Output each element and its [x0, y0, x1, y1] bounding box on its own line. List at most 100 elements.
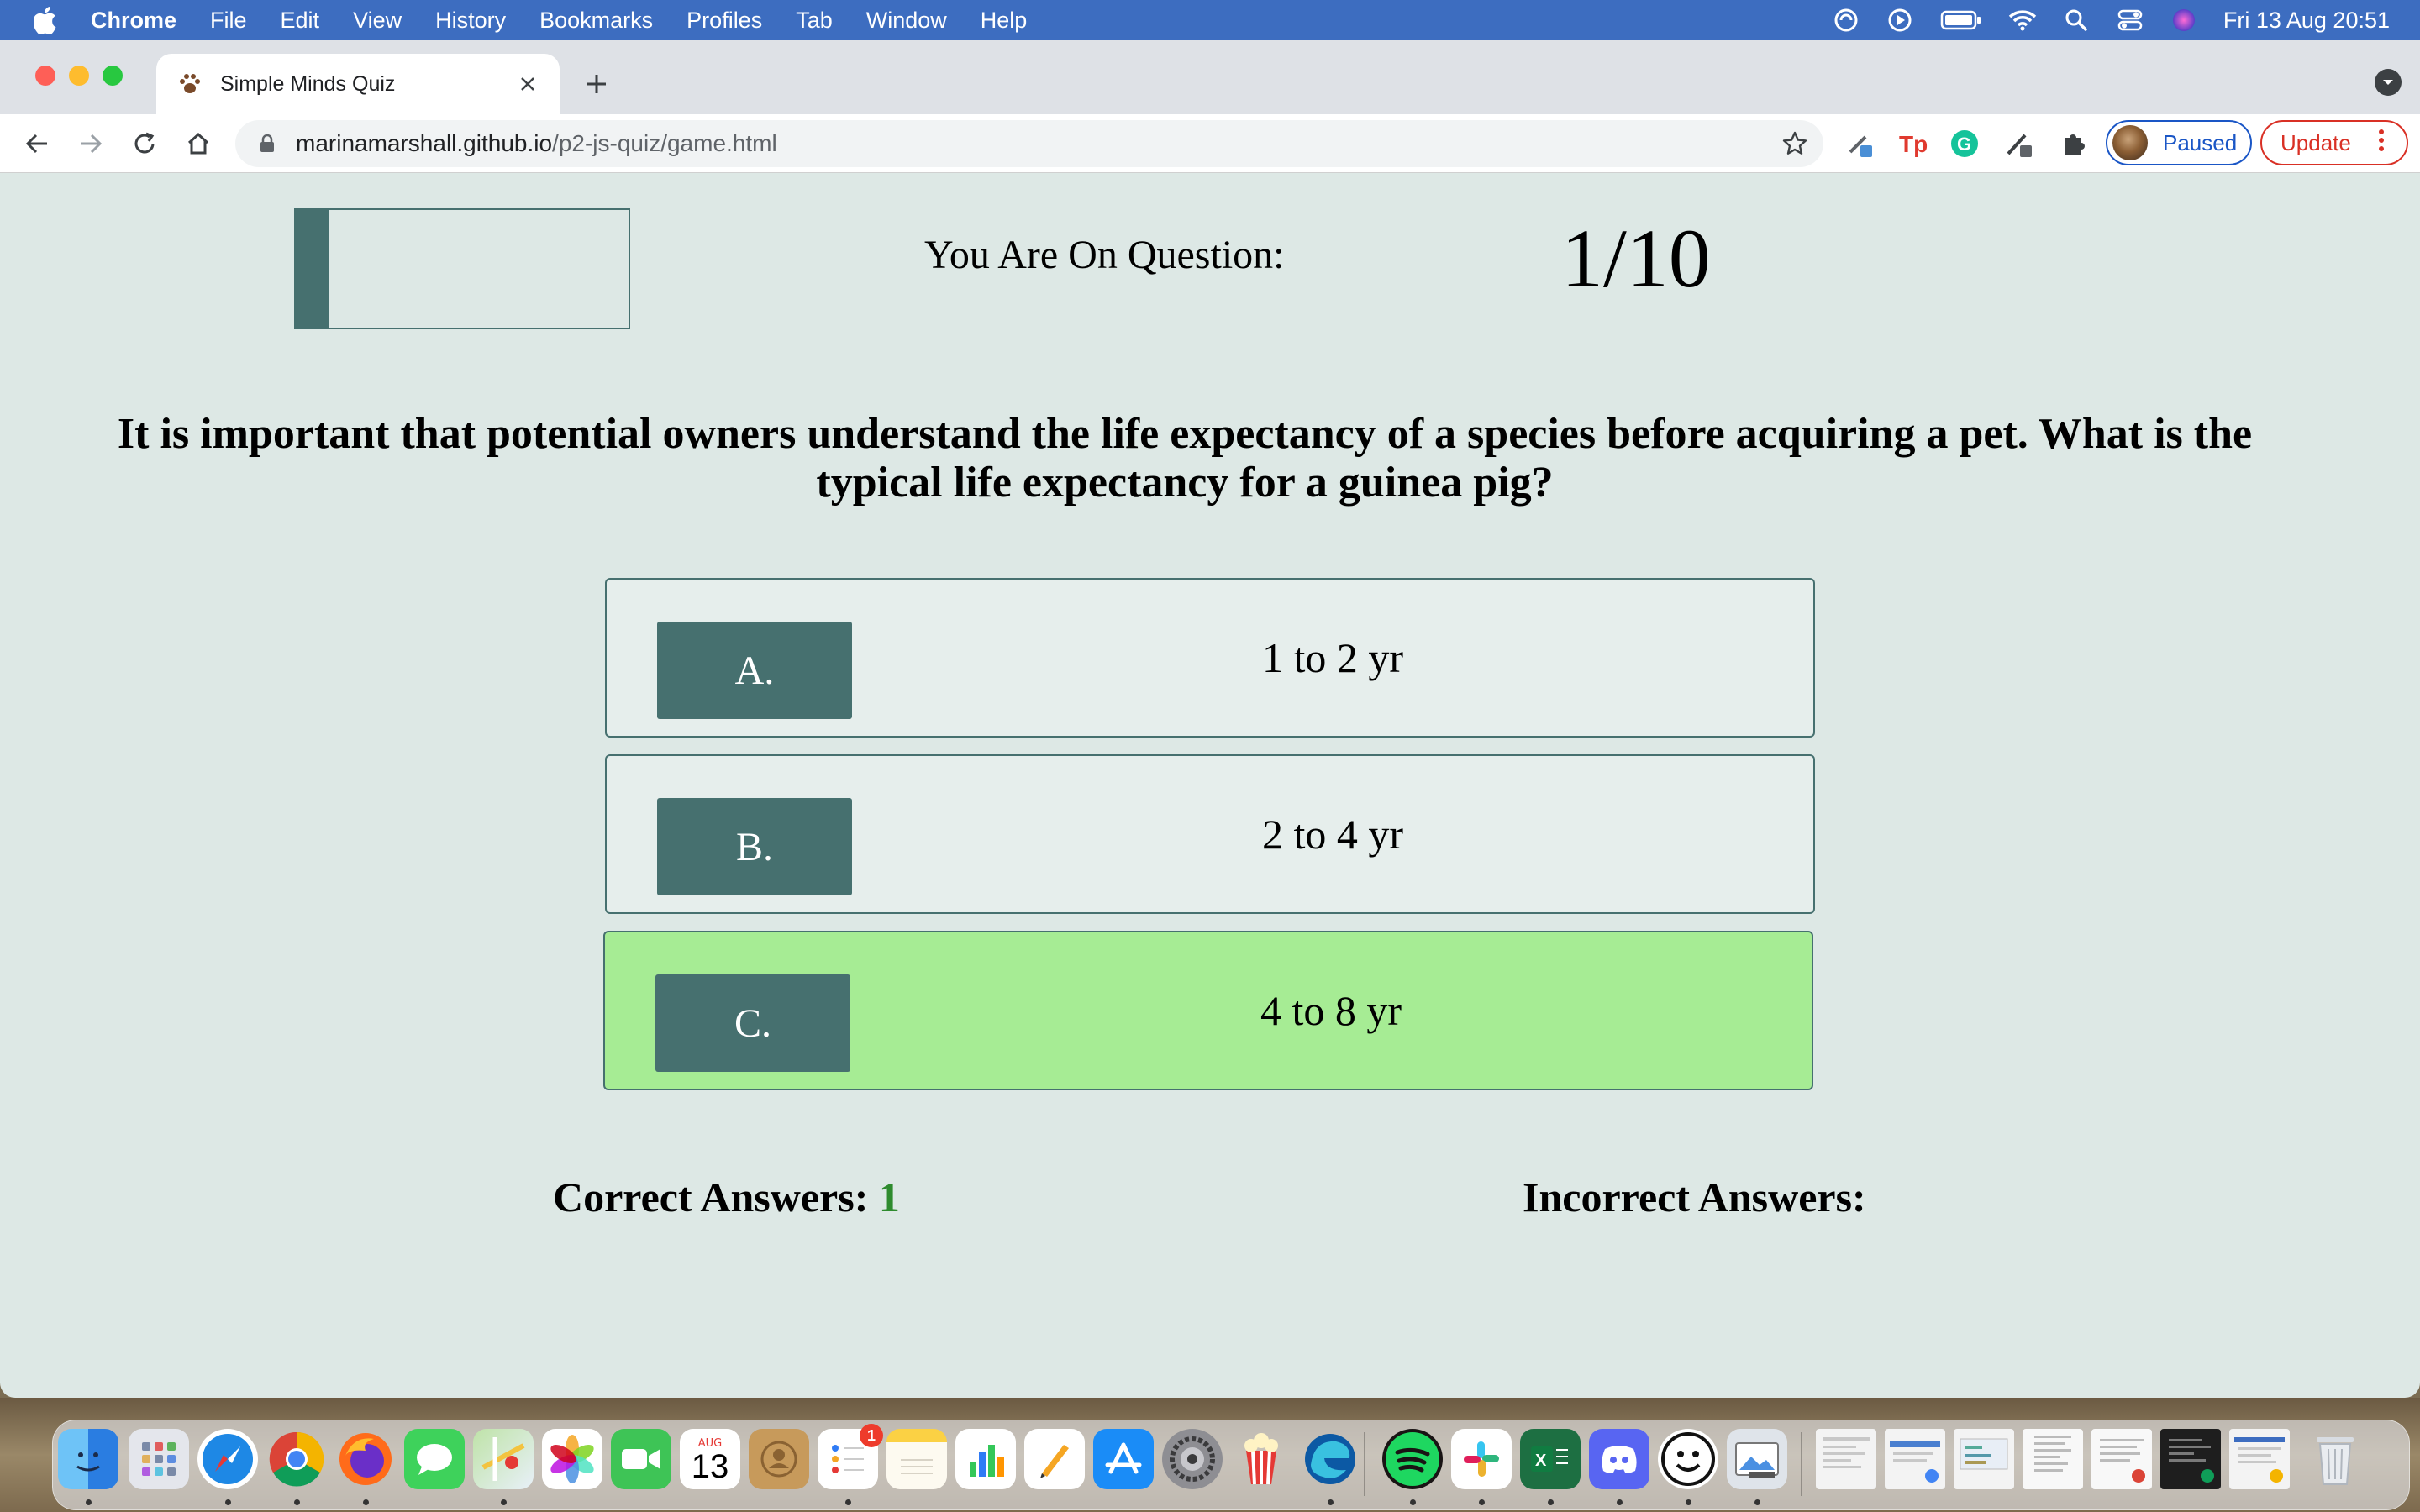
- spotlight-search-icon[interactable]: [2062, 6, 2091, 34]
- menu-tab[interactable]: Tab: [796, 8, 833, 34]
- reminders-icon[interactable]: 1: [818, 1424, 883, 1489]
- lock-icon[interactable]: [259, 134, 279, 154]
- messages-icon[interactable]: [404, 1429, 465, 1489]
- profile-paused-button[interactable]: Paused: [2106, 120, 2252, 165]
- notes-icon[interactable]: [886, 1429, 947, 1489]
- answer-option-a[interactable]: A. 1 to 2 yr: [605, 578, 1815, 738]
- app-store-icon[interactable]: [1093, 1429, 1154, 1489]
- excel-running-dot: [1548, 1499, 1554, 1505]
- minimized-window-thumbnail[interactable]: [2229, 1429, 2290, 1489]
- window-close-button[interactable]: [35, 66, 55, 86]
- menu-bar: Chrome File Edit View History Bookmarks …: [0, 0, 2420, 40]
- browser-toolbar: marinamarshall.github.io/p2-js-quiz/game…: [0, 114, 2420, 173]
- extensions-puzzle-icon[interactable]: [2059, 129, 2089, 159]
- window-zoom-button[interactable]: [103, 66, 123, 86]
- answer-letter-a: A.: [657, 622, 852, 719]
- minimized-window-thumbnail[interactable]: [1816, 1429, 1876, 1489]
- menu-window[interactable]: Window: [866, 8, 947, 34]
- avatar: [2112, 125, 2148, 160]
- update-label: Update: [2281, 129, 2351, 155]
- minimized-window-thumbnail[interactable]: [2160, 1429, 2221, 1489]
- more-vertical-icon[interactable]: [2378, 128, 2395, 159]
- photos-icon[interactable]: [542, 1429, 602, 1489]
- answer-letter-b: B.: [657, 798, 852, 895]
- answer-option-b[interactable]: B. 2 to 4 yr: [605, 754, 1815, 914]
- address-bar[interactable]: marinamarshall.github.io/p2-js-quiz/game…: [235, 120, 1823, 167]
- numbers-icon[interactable]: [955, 1429, 1016, 1489]
- play-icon[interactable]: [1886, 6, 1914, 34]
- minimized-window-thumbnail[interactable]: [1885, 1429, 1945, 1489]
- launchpad-icon[interactable]: [129, 1429, 189, 1489]
- firefox-icon[interactable]: [335, 1429, 396, 1489]
- menu-chrome[interactable]: Chrome: [91, 8, 176, 34]
- battery-icon[interactable]: [1939, 6, 1983, 34]
- dock: AUG 13 1 X: [52, 1420, 2410, 1510]
- minimized-window-thumbnail[interactable]: [2023, 1429, 2083, 1489]
- window-minimize-button[interactable]: [69, 66, 89, 86]
- sync-status-icon[interactable]: [1832, 6, 1860, 34]
- safari-icon[interactable]: [197, 1429, 258, 1489]
- menu-profiles[interactable]: Profiles: [687, 8, 762, 34]
- incorrect-answers-score: Incorrect Answers:: [1523, 1173, 1866, 1221]
- system-preferences-icon[interactable]: [1162, 1429, 1223, 1489]
- wifi-icon[interactable]: [2008, 6, 2037, 34]
- question-text: It is important that potential owners un…: [117, 410, 2253, 507]
- tab-simple-minds-quiz[interactable]: Simple Minds Quiz: [156, 54, 560, 114]
- tab-title: Simple Minds Quiz: [220, 71, 396, 96]
- menu-clock[interactable]: Fri 13 Aug 20:51: [2223, 8, 2390, 34]
- menu-bookmarks[interactable]: Bookmarks: [539, 8, 653, 34]
- slack-icon[interactable]: [1451, 1429, 1512, 1489]
- pages-icon[interactable]: [1024, 1429, 1085, 1489]
- profile-status-label: Paused: [2163, 129, 2238, 155]
- chrome-icon[interactable]: [266, 1429, 327, 1489]
- answer-letter-c: C.: [655, 974, 850, 1072]
- reload-icon[interactable]: [128, 127, 161, 160]
- menu-help[interactable]: Help: [981, 8, 1028, 34]
- answer-option-c[interactable]: C. 4 to 8 yr: [603, 931, 1813, 1090]
- edge-icon[interactable]: [1300, 1429, 1360, 1489]
- grammarly-extension-icon[interactable]: G: [1949, 129, 1980, 159]
- discord-icon[interactable]: [1589, 1429, 1649, 1489]
- contacts-icon[interactable]: [749, 1429, 809, 1489]
- menu-history[interactable]: History: [435, 8, 506, 34]
- minimized-window-thumbnail[interactable]: [2091, 1429, 2152, 1489]
- control-center-icon[interactable]: [2116, 6, 2144, 34]
- tab-search-chevron-icon[interactable]: [2375, 69, 2402, 96]
- finder-icon[interactable]: [58, 1429, 118, 1489]
- menu-file[interactable]: File: [210, 8, 247, 34]
- safari-running-dot: [225, 1499, 231, 1505]
- bookmark-star-icon[interactable]: [1781, 130, 1808, 157]
- eyedropper-extension-icon[interactable]: [1845, 129, 1876, 159]
- excel-icon[interactable]: X: [1520, 1429, 1581, 1489]
- siri-icon[interactable]: [2170, 6, 2198, 34]
- correct-answers-label: Correct Answers:: [553, 1173, 869, 1221]
- reminders-badge: 1: [860, 1424, 883, 1447]
- maps-icon[interactable]: [473, 1429, 534, 1489]
- quiz-page: You Are On Question: 1/10 It is importan…: [0, 173, 2420, 1398]
- popcorn-time-icon[interactable]: [1231, 1429, 1292, 1489]
- tab-close-icon[interactable]: [514, 71, 541, 97]
- maps-running-dot: [501, 1499, 507, 1505]
- color-picker-extension-icon[interactable]: [2005, 129, 2035, 159]
- spotify-icon[interactable]: [1382, 1429, 1443, 1489]
- question-number-label: You Are On Question:: [924, 233, 1285, 277]
- facetime-icon[interactable]: [611, 1429, 671, 1489]
- smiley-app-icon[interactable]: [1658, 1429, 1718, 1489]
- reminders-running-dot: [845, 1499, 851, 1505]
- url-domain: marinamarshall.github.io: [296, 130, 553, 156]
- home-icon[interactable]: [182, 127, 215, 160]
- calendar-icon[interactable]: AUG 13: [680, 1429, 740, 1489]
- trash-icon[interactable]: [2305, 1429, 2365, 1489]
- menu-view[interactable]: View: [353, 8, 402, 34]
- apple-menu-icon[interactable]: [34, 5, 64, 35]
- minimized-window-thumbnail[interactable]: [1954, 1429, 2014, 1489]
- menu-edit[interactable]: Edit: [281, 8, 320, 34]
- preview-icon[interactable]: [1727, 1429, 1787, 1489]
- tp-extension-icon[interactable]: Tp: [1897, 129, 1928, 159]
- update-chrome-button[interactable]: Update: [2260, 120, 2408, 165]
- forward-arrow-icon[interactable]: [74, 127, 108, 160]
- dock-separator: [1364, 1432, 1365, 1496]
- answer-text-b: 2 to 4 yr: [1261, 811, 1404, 858]
- back-arrow-icon[interactable]: [20, 127, 54, 160]
- new-tab-plus-icon[interactable]: [580, 67, 613, 101]
